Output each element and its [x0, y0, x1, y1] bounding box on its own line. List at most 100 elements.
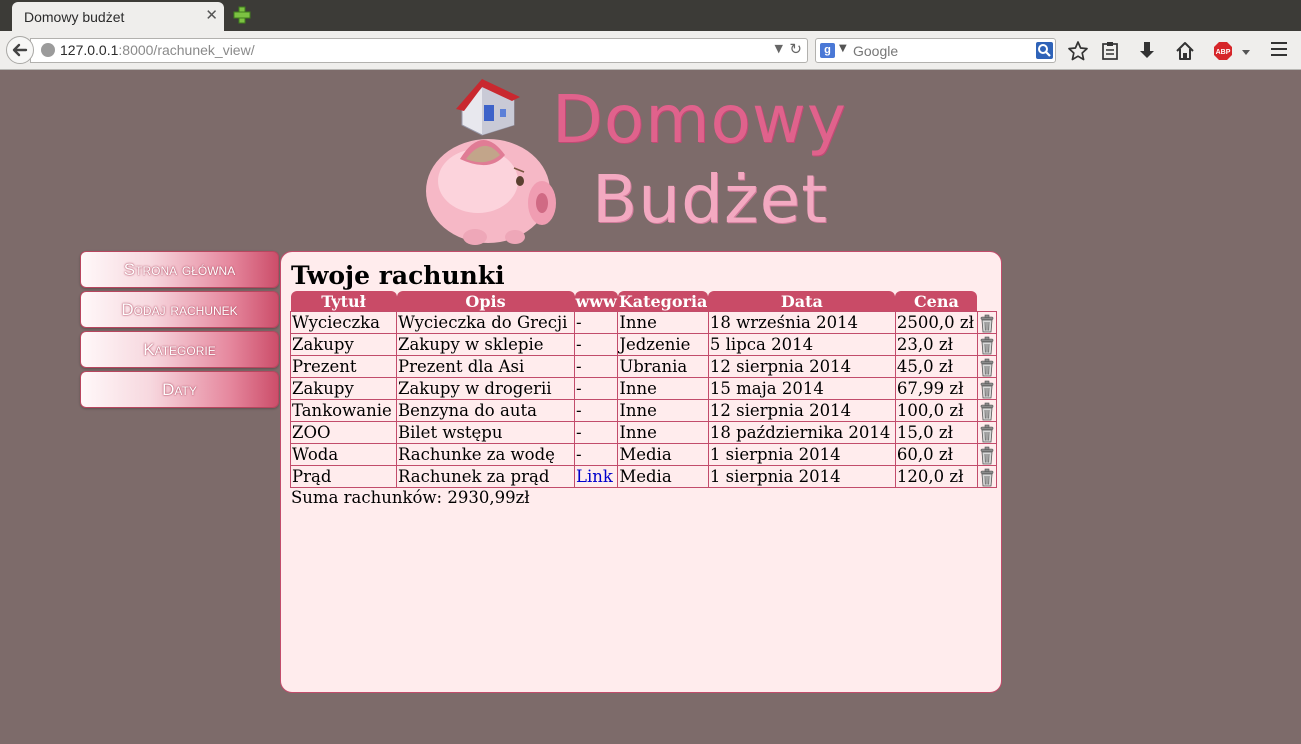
bills-table-body: Wycieczka Wycieczka do Grecji - Inne 18 wrze…	[290, 311, 997, 488]
www-link[interactable]: Link	[576, 467, 613, 486]
cell-title: Zakupy	[290, 333, 397, 356]
cell-date: 1 sierpnia 2014	[707, 465, 896, 488]
menu-item-dates[interactable]: Daty	[80, 371, 279, 408]
cell-www: -	[573, 421, 619, 444]
cell-www: -	[573, 443, 619, 466]
star-bookmark-icon[interactable]	[1067, 40, 1089, 62]
cell-title: Prąd	[290, 465, 397, 488]
cell-price: 67,99 zł	[894, 377, 978, 400]
delete-button[interactable]	[976, 333, 997, 356]
cell-price: 45,0 zł	[894, 355, 978, 378]
adblock-icon[interactable]: ABP	[1212, 40, 1234, 62]
table-row: ZOO Bilet wstępu - Inne 18 października 2014…	[290, 421, 997, 444]
cell-price: 60,0 zł	[894, 443, 978, 466]
trash-icon	[980, 380, 994, 398]
cell-www: -	[573, 377, 619, 400]
trash-icon	[980, 314, 994, 332]
home-icon[interactable]	[1174, 40, 1196, 62]
cell-www: Link	[573, 465, 619, 488]
www-empty: -	[576, 401, 582, 420]
menu-item-add-bill[interactable]: Dodaj rachunek	[80, 291, 279, 328]
cell-title: Prezent	[290, 355, 397, 378]
cell-description: Benzyna do auta	[396, 399, 575, 422]
adblock-dropdown-icon[interactable]	[1239, 40, 1253, 62]
search-magnifier-icon[interactable]	[1036, 42, 1053, 59]
new-tab-icon[interactable]	[232, 5, 252, 25]
page-title: Twoje rachunki	[291, 261, 505, 290]
logo-text-line2: Budżet	[592, 161, 829, 238]
delete-button[interactable]	[976, 311, 997, 334]
bills-table: Tytuł Opis www Kategoria Data Cena Wycie…	[290, 291, 997, 488]
content-panel: Twoje rachunki Tytuł Opis www Kategoria …	[280, 251, 1002, 693]
cell-title: Tankowanie	[290, 399, 397, 422]
delete-button[interactable]	[976, 421, 997, 444]
trash-icon	[980, 402, 994, 420]
history-dropdown-icon[interactable]: ▼	[775, 42, 783, 55]
table-row: Woda Rachunke za wodę - Media 1 sierpnia 201…	[290, 443, 997, 466]
table-row: Zakupy Zakupy w sklepie - Jedzenie 5 lipca 2…	[290, 333, 997, 356]
cell-category: Inne	[617, 377, 709, 400]
header-title: Tytuł	[290, 291, 397, 312]
www-empty: -	[576, 313, 582, 332]
cell-price: 23,0 zł	[894, 333, 978, 356]
navigation-toolbar: 127.0.0.1:8000/rachunek_view/ ▼ ↻ g ▼ Go…	[0, 31, 1301, 70]
cell-date: 18 września 2014	[707, 311, 896, 334]
trash-icon	[980, 424, 994, 442]
search-input[interactable]	[853, 41, 1033, 60]
engine-dropdown-icon[interactable]: ▼	[839, 43, 847, 54]
piggy-bank-house-icon	[426, 79, 556, 245]
cell-www: -	[573, 333, 619, 356]
www-empty: -	[576, 423, 582, 442]
cell-category: Inne	[617, 421, 709, 444]
url-path: :8000/rachunek_view/	[118, 42, 255, 58]
site-logo: Domowy Budżet	[420, 73, 860, 251]
search-engine-icon[interactable]: g	[820, 43, 835, 58]
search-bar[interactable]: g ▼	[815, 38, 1056, 63]
delete-button[interactable]	[976, 377, 997, 400]
download-icon[interactable]	[1136, 40, 1158, 62]
cell-description: Prezent dla Asi	[396, 355, 575, 378]
www-empty: -	[576, 335, 582, 354]
cell-price: 2500,0 zł	[894, 311, 978, 334]
reload-icon[interactable]: ↻	[789, 40, 802, 58]
cell-date: 15 maja 2014	[707, 377, 896, 400]
table-row: Zakupy Zakupy w drogerii - Inne 15 maja 2014…	[290, 377, 997, 400]
menu-item-home[interactable]: Strona główna	[80, 251, 279, 288]
reading-list-icon[interactable]	[1099, 40, 1121, 62]
cell-category: Media	[617, 465, 709, 488]
cell-description: Wycieczka do Grecji	[396, 311, 575, 334]
cell-www: -	[573, 399, 619, 422]
delete-button[interactable]	[976, 399, 997, 422]
url-host: 127.0.0.1	[60, 42, 119, 58]
cell-title: Wycieczka	[290, 311, 397, 334]
browser-tab[interactable]: Domowy budżet ✕	[12, 2, 224, 31]
menu-hamburger-icon[interactable]	[1271, 42, 1287, 58]
cell-price: 100,0 zł	[894, 399, 978, 422]
cell-description: Zakupy w sklepie	[396, 333, 575, 356]
header-www: www	[574, 291, 618, 312]
cell-category: Media	[617, 443, 709, 466]
header-price: Cena	[895, 291, 978, 312]
www-empty: -	[576, 445, 582, 464]
cell-date: 12 sierpnia 2014	[707, 355, 896, 378]
cell-category: Inne	[617, 311, 709, 334]
delete-button[interactable]	[976, 443, 997, 466]
menu-item-categories[interactable]: Kategorie	[80, 331, 279, 368]
cell-www: -	[573, 311, 619, 334]
back-button[interactable]	[6, 36, 34, 64]
side-menu: Strona główna Dodaj rachunek Kategorie D…	[80, 251, 279, 411]
table-row: Prąd Rachunek za prąd Link Media 1 sierpnia …	[290, 465, 997, 488]
www-empty: -	[576, 379, 582, 398]
back-arrow-icon	[12, 43, 28, 57]
cell-description: Bilet wstępu	[396, 421, 575, 444]
globe-icon	[41, 43, 55, 57]
cell-date: 18 października 2014	[707, 421, 896, 444]
url-bar[interactable]: 127.0.0.1:8000/rachunek_view/ ▼ ↻	[30, 38, 808, 63]
trash-icon	[980, 358, 994, 376]
tab-close-icon[interactable]: ✕	[205, 6, 218, 24]
cell-title: Woda	[290, 443, 397, 466]
header-description: Opis	[396, 291, 575, 312]
delete-button[interactable]	[976, 465, 997, 488]
delete-button[interactable]	[976, 355, 997, 378]
cell-category: Ubrania	[617, 355, 709, 378]
